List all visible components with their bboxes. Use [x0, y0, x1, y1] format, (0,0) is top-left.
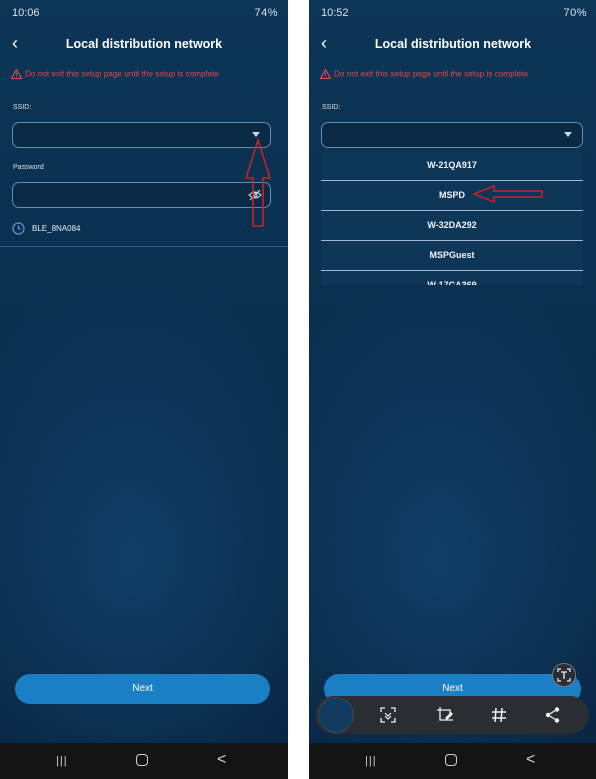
- ssid-option[interactable]: W-17CA369: [321, 271, 583, 285]
- system-nav-bar: ||| <: [0, 743, 288, 779]
- recent-apps-icon[interactable]: |||: [365, 755, 377, 767]
- annotation-arrow-icon: [244, 138, 272, 227]
- ssid-dropdown[interactable]: [12, 122, 271, 148]
- status-bar: 10:06 74%: [0, 0, 288, 26]
- nav-back-icon[interactable]: <: [217, 751, 226, 769]
- ssid-option[interactable]: MSPGuest: [321, 241, 583, 271]
- crop-edit-icon[interactable]: [436, 706, 454, 724]
- ssid-dropdown[interactable]: [321, 122, 583, 148]
- warning-text: Do not exit this setup page until the se…: [25, 69, 219, 79]
- ssid-label: SSID:: [322, 104, 341, 111]
- password-field[interactable]: [12, 182, 271, 208]
- hashtag-icon[interactable]: [490, 706, 508, 724]
- nav-back-icon[interactable]: <: [526, 751, 535, 769]
- system-nav-bar: ||| <: [309, 743, 596, 779]
- phone-screen-left: 10:06 74% ‹ Local distribution network D…: [0, 0, 288, 779]
- status-bar: 10:52 70%: [309, 0, 596, 26]
- device-name: BLE_8NA084: [32, 224, 81, 233]
- battery-level: 74%: [254, 7, 278, 19]
- battery-level: 70%: [563, 7, 587, 19]
- annotation-arrow-icon: [472, 184, 543, 204]
- next-button[interactable]: Next: [15, 674, 270, 704]
- recent-apps-icon[interactable]: |||: [56, 755, 68, 767]
- home-icon[interactable]: [136, 754, 148, 766]
- text-scan-icon: [557, 668, 571, 682]
- warning-banner: Do not exit this setup page until the se…: [320, 69, 589, 85]
- password-label: Password: [13, 164, 44, 171]
- home-icon[interactable]: [445, 754, 457, 766]
- chevron-down-icon: [252, 132, 260, 137]
- warning-banner: Do not exit this setup page until the se…: [11, 69, 280, 85]
- chevron-down-icon: [564, 132, 572, 137]
- page-title: Local distribution network: [65, 37, 223, 51]
- phone-screen-right: 10:52 70% ‹ Local distribution network D…: [309, 0, 596, 779]
- clock-icon: [12, 222, 25, 235]
- ssid-options-list: W-21QA917 MSPD W-32DA292 MSPGuest W-17CA…: [321, 151, 583, 285]
- ssid-label: SSID:: [13, 104, 32, 111]
- status-time: 10:52: [321, 7, 349, 19]
- screenshot-toolbar: [315, 696, 589, 734]
- header: ‹ Local distribution network: [0, 26, 288, 62]
- divider: [0, 246, 288, 247]
- text-extract-button[interactable]: [552, 663, 576, 687]
- warning-icon: [320, 69, 331, 79]
- status-time: 10:06: [12, 7, 40, 19]
- warning-icon: [11, 69, 22, 79]
- device-item: BLE_8NA084: [12, 222, 80, 235]
- warning-text: Do not exit this setup page until the se…: [334, 69, 528, 79]
- page-title: Local distribution network: [374, 37, 532, 51]
- scroll-capture-icon[interactable]: [379, 706, 397, 724]
- ssid-option[interactable]: W-32DA292: [321, 211, 583, 241]
- ssid-option[interactable]: W-21QA917: [321, 151, 583, 181]
- screenshot-thumbnail[interactable]: [318, 697, 354, 733]
- share-icon[interactable]: [544, 706, 562, 724]
- header: ‹ Local distribution network: [309, 26, 596, 62]
